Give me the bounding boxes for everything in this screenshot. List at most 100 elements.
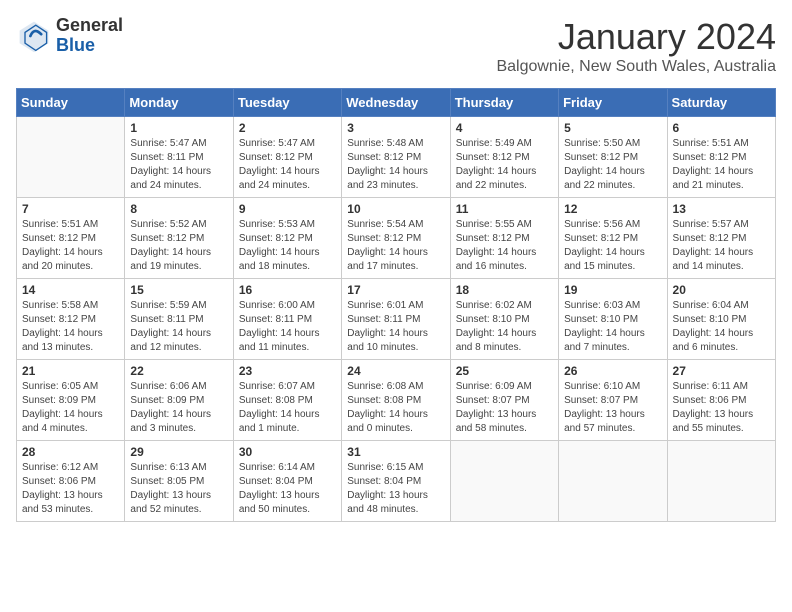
calendar-cell: 19 Sunrise: 6:03 AMSunset: 8:10 PMDayligh… (559, 279, 667, 360)
day-number: 19 (564, 283, 661, 297)
day-info: Sunrise: 5:56 AMSunset: 8:12 PMDaylight:… (564, 218, 661, 274)
week-row-4: 21Sunrise: 6:05 AMSunset: 8:09 PMDayligh… (17, 360, 776, 441)
day-number: 9 (239, 202, 336, 216)
day-info: Sunrise: 6:10 AMSunset: 8:07 PMDaylight:… (564, 380, 661, 436)
day-number: 8 (130, 202, 227, 216)
calendar-cell: 1Sunrise: 5:47 AMSunset: 8:11 PMDaylight… (125, 117, 233, 198)
calendar-cell: 5Sunrise: 5:50 AMSunset: 8:12 PMDaylight… (559, 117, 667, 198)
day-number: 17 (347, 283, 444, 297)
day-info: Sunrise: 5:57 AMSunset: 8:12 PMDaylight:… (673, 218, 770, 274)
day-info: Sunrise: 6:12 AMSunset: 8:06 PMDaylight:… (22, 461, 119, 517)
weekday-header-row: SundayMondayTuesdayWednesdayThursdayFrid… (17, 89, 776, 117)
calendar-cell: 8 Sunrise: 5:52 AMSunset: 8:12 PMDaylight… (125, 198, 233, 279)
calendar-cell: 25 Sunrise: 6:09 AMSunset: 8:07 PMDayligh… (450, 360, 558, 441)
day-info: Sunrise: 5:52 AMSunset: 8:12 PMDaylight:… (130, 218, 227, 274)
day-info: Sunrise: 5:55 AMSunset: 8:12 PMDaylight:… (456, 218, 553, 274)
day-number: 10 (347, 202, 444, 216)
day-info: Sunrise: 6:09 AMSunset: 8:07 PMDaylight:… (456, 380, 553, 436)
calendar-cell: 30 Sunrise: 6:14 AMSunset: 8:04 PMDayligh… (233, 441, 341, 522)
day-number: 13 (673, 202, 770, 216)
day-number: 23 (239, 364, 336, 378)
day-info: Sunrise: 6:03 AMSunset: 8:10 PMDaylight:… (564, 299, 661, 355)
day-info: Sunrise: 5:47 AMSunset: 8:12 PMDaylight:… (239, 137, 336, 193)
weekday-header-monday: Monday (125, 89, 233, 117)
calendar-cell: 14 Sunrise: 5:58 AMSunset: 8:12 PMDayligh… (17, 279, 125, 360)
calendar-cell (17, 117, 125, 198)
day-number: 21 (22, 364, 119, 378)
day-number: 15 (130, 283, 227, 297)
day-info: Sunrise: 6:08 AMSunset: 8:08 PMDaylight:… (347, 380, 444, 436)
calendar-cell: 22 Sunrise: 6:06 AMSunset: 8:09 PMDayligh… (125, 360, 233, 441)
day-info: Sunrise: 5:53 AMSunset: 8:12 PMDaylight:… (239, 218, 336, 274)
day-number: 12 (564, 202, 661, 216)
calendar-cell: 7 Sunrise: 5:51 AMSunset: 8:12 PMDaylight… (17, 198, 125, 279)
day-number: 22 (130, 364, 227, 378)
calendar-cell: 11 Sunrise: 5:55 AMSunset: 8:12 PMDayligh… (450, 198, 558, 279)
day-number: 16 (239, 283, 336, 297)
day-number: 30 (239, 445, 336, 459)
day-number: 11 (456, 202, 553, 216)
week-row-3: 14 Sunrise: 5:58 AMSunset: 8:12 PMDayligh… (17, 279, 776, 360)
day-info: Sunrise: 5:59 AMSunset: 8:11 PMDaylight:… (130, 299, 227, 355)
week-row-5: 28 Sunrise: 6:12 AMSunset: 8:06 PMDayligh… (17, 441, 776, 522)
calendar-cell: 28 Sunrise: 6:12 AMSunset: 8:06 PMDayligh… (17, 441, 125, 522)
day-info: Sunrise: 6:11 AMSunset: 8:06 PMDaylight:… (673, 380, 770, 436)
week-row-2: 7 Sunrise: 5:51 AMSunset: 8:12 PMDaylight… (17, 198, 776, 279)
title-block: January 2024 Balgownie, New South Wales,… (496, 16, 776, 76)
calendar-cell (450, 441, 558, 522)
day-info: Sunrise: 6:13 AMSunset: 8:05 PMDaylight:… (130, 461, 227, 517)
weekday-header-wednesday: Wednesday (342, 89, 450, 117)
day-info: Sunrise: 5:51 AMSunset: 8:12 PMDaylight:… (673, 137, 770, 193)
day-number: 31 (347, 445, 444, 459)
day-number: 20 (673, 283, 770, 297)
calendar-cell: 17 Sunrise: 6:01 AMSunset: 8:11 PMDayligh… (342, 279, 450, 360)
day-number: 28 (22, 445, 119, 459)
day-number: 26 (564, 364, 661, 378)
logo-icon (16, 18, 52, 54)
day-number: 25 (456, 364, 553, 378)
calendar-cell: 20Sunrise: 6:04 AMSunset: 8:10 PMDayligh… (667, 279, 775, 360)
day-info: Sunrise: 5:51 AMSunset: 8:12 PMDaylight:… (22, 218, 119, 274)
weekday-header-tuesday: Tuesday (233, 89, 341, 117)
day-info: Sunrise: 6:01 AMSunset: 8:11 PMDaylight:… (347, 299, 444, 355)
day-info: Sunrise: 6:00 AMSunset: 8:11 PMDaylight:… (239, 299, 336, 355)
day-number: 4 (456, 121, 553, 135)
day-number: 6 (673, 121, 770, 135)
day-number: 3 (347, 121, 444, 135)
calendar-cell: 23 Sunrise: 6:07 AMSunset: 8:08 PMDayligh… (233, 360, 341, 441)
calendar-cell (667, 441, 775, 522)
day-info: Sunrise: 6:06 AMSunset: 8:09 PMDaylight:… (130, 380, 227, 436)
day-info: Sunrise: 6:07 AMSunset: 8:08 PMDaylight:… (239, 380, 336, 436)
day-number: 7 (22, 202, 119, 216)
day-info: Sunrise: 5:48 AMSunset: 8:12 PMDaylight:… (347, 137, 444, 193)
calendar-cell: 4Sunrise: 5:49 AMSunset: 8:12 PMDaylight… (450, 117, 558, 198)
calendar-cell: 10Sunrise: 5:54 AMSunset: 8:12 PMDayligh… (342, 198, 450, 279)
day-info: Sunrise: 6:14 AMSunset: 8:04 PMDaylight:… (239, 461, 336, 517)
day-number: 14 (22, 283, 119, 297)
weekday-header-friday: Friday (559, 89, 667, 117)
day-number: 24 (347, 364, 444, 378)
weekday-header-sunday: Sunday (17, 89, 125, 117)
logo-blue-text: Blue (56, 35, 95, 55)
location-subtitle: Balgownie, New South Wales, Australia (496, 58, 776, 76)
calendar-cell: 29Sunrise: 6:13 AMSunset: 8:05 PMDayligh… (125, 441, 233, 522)
month-title: January 2024 (496, 16, 776, 58)
calendar-cell: 15 Sunrise: 5:59 AMSunset: 8:11 PMDayligh… (125, 279, 233, 360)
calendar-cell: 24 Sunrise: 6:08 AMSunset: 8:08 PMDayligh… (342, 360, 450, 441)
day-info: Sunrise: 6:02 AMSunset: 8:10 PMDaylight:… (456, 299, 553, 355)
day-number: 27 (673, 364, 770, 378)
calendar-cell: 6 Sunrise: 5:51 AMSunset: 8:12 PMDaylight… (667, 117, 775, 198)
day-info: Sunrise: 5:58 AMSunset: 8:12 PMDaylight:… (22, 299, 119, 355)
logo: General Blue (16, 16, 123, 56)
logo-general-text: General (56, 15, 123, 35)
calendar-cell: 3 Sunrise: 5:48 AMSunset: 8:12 PMDaylight… (342, 117, 450, 198)
calendar-cell: 13 Sunrise: 5:57 AMSunset: 8:12 PMDayligh… (667, 198, 775, 279)
day-number: 1 (130, 121, 227, 135)
calendar-cell: 26 Sunrise: 6:10 AMSunset: 8:07 PMDayligh… (559, 360, 667, 441)
day-info: Sunrise: 5:50 AMSunset: 8:12 PMDaylight:… (564, 137, 661, 193)
weekday-header-saturday: Saturday (667, 89, 775, 117)
week-row-1: 1Sunrise: 5:47 AMSunset: 8:11 PMDaylight… (17, 117, 776, 198)
calendar-cell: 2Sunrise: 5:47 AMSunset: 8:12 PMDaylight… (233, 117, 341, 198)
weekday-header-thursday: Thursday (450, 89, 558, 117)
day-number: 18 (456, 283, 553, 297)
